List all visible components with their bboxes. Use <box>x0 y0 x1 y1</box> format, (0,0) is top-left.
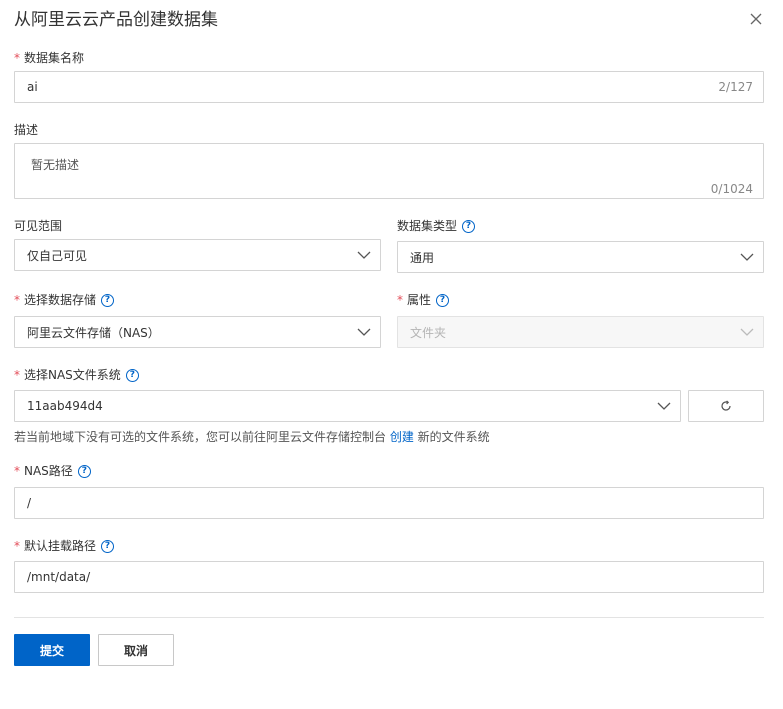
dataset-name-input[interactable]: ai 2/127 <box>14 71 764 103</box>
description-textarea[interactable]: 暂无描述 0/1024 <box>14 143 764 199</box>
help-icon[interactable]: ? <box>436 293 450 307</box>
description-label: 描述 <box>14 122 38 138</box>
mount-path-input[interactable]: /mnt/data/ <box>14 561 764 593</box>
nas-fs-value: 11aab494d4 <box>27 399 103 413</box>
help-icon[interactable]: ? <box>125 368 139 382</box>
mount-path-value: /mnt/data/ <box>27 570 91 584</box>
dataset-type-select[interactable]: 通用 <box>397 241 764 273</box>
required-mark: * <box>14 51 20 65</box>
storage-label-text: 选择数据存储 <box>24 293 97 307</box>
help-icon[interactable]: ? <box>101 539 115 553</box>
name-label: * 数据集名称 <box>14 50 84 66</box>
dialog-title: 从阿里云云产品创建数据集 <box>14 10 218 30</box>
refresh-button[interactable] <box>688 390 764 422</box>
description-char-counter: 0/1024 <box>710 182 753 196</box>
dataset-type-label: 数据集类型 ? <box>397 218 476 234</box>
name-char-counter: 2/127 <box>718 80 753 94</box>
visibility-value: 仅自己可见 <box>27 248 88 263</box>
chevron-down-icon <box>740 328 754 336</box>
required-mark: * <box>397 293 403 307</box>
attribute-select: 文件夹 <box>397 316 764 348</box>
required-mark: * <box>14 539 20 553</box>
required-mark: * <box>14 464 20 478</box>
refresh-icon <box>721 400 731 411</box>
nas-path-label-text: NAS路径 <box>24 464 73 478</box>
chevron-down-icon <box>740 253 754 261</box>
nas-path-input[interactable]: / <box>14 487 764 519</box>
close-icon[interactable] <box>748 11 764 27</box>
chevron-down-icon <box>357 251 371 259</box>
submit-button[interactable]: 提交 <box>14 634 90 666</box>
name-label-text: 数据集名称 <box>24 51 85 65</box>
help-icon[interactable]: ? <box>77 464 91 478</box>
storage-value: 阿里云文件存储（NAS） <box>27 325 160 340</box>
attribute-label: * 属性 ? <box>397 292 450 308</box>
required-mark: * <box>14 368 20 382</box>
visibility-select[interactable]: 仅自己可见 <box>14 239 381 271</box>
nas-path-value: / <box>27 496 32 510</box>
footer-divider <box>14 617 764 618</box>
description-label-text: 描述 <box>14 123 39 137</box>
nas-fs-label: * 选择NAS文件系统 ? <box>14 367 139 383</box>
storage-select[interactable]: 阿里云文件存储（NAS） <box>14 316 381 348</box>
chevron-down-icon <box>657 402 671 410</box>
nas-fs-hint-suffix: 新的文件系统 <box>413 430 490 444</box>
help-icon[interactable]: ? <box>462 219 476 233</box>
description-placeholder: 暂无描述 <box>31 158 80 172</box>
nas-fs-label-text: 选择NAS文件系统 <box>24 368 121 382</box>
nas-fs-hint: 若当前地域下没有可选的文件系统，您可以前往阿里云文件存储控制台 创建 新的文件系… <box>14 428 490 445</box>
visibility-label-text: 可见范围 <box>14 219 63 233</box>
attribute-value: 文件夹 <box>410 325 447 340</box>
mount-path-label: * 默认挂载路径 ? <box>14 538 115 554</box>
visibility-label: 可见范围 <box>14 218 62 234</box>
mount-path-label-text: 默认挂载路径 <box>24 539 97 553</box>
dataset-type-value: 通用 <box>410 250 435 265</box>
required-mark: * <box>14 293 20 307</box>
nas-fs-hint-text: 若当前地域下没有可选的文件系统，您可以前往阿里云文件存储控制台 <box>14 430 390 444</box>
create-fs-link[interactable]: 创建 <box>390 430 414 444</box>
dataset-name-value: ai <box>27 80 38 94</box>
cancel-button[interactable]: 取消 <box>98 634 174 666</box>
nas-fs-select[interactable]: 11aab494d4 <box>14 390 681 422</box>
chevron-down-icon <box>357 328 371 336</box>
storage-label: * 选择数据存储 ? <box>14 292 115 308</box>
dataset-type-label-text: 数据集类型 <box>397 219 458 233</box>
help-icon[interactable]: ? <box>101 293 115 307</box>
nas-path-label: * NAS路径 ? <box>14 463 91 479</box>
attribute-label-text: 属性 <box>407 293 432 307</box>
